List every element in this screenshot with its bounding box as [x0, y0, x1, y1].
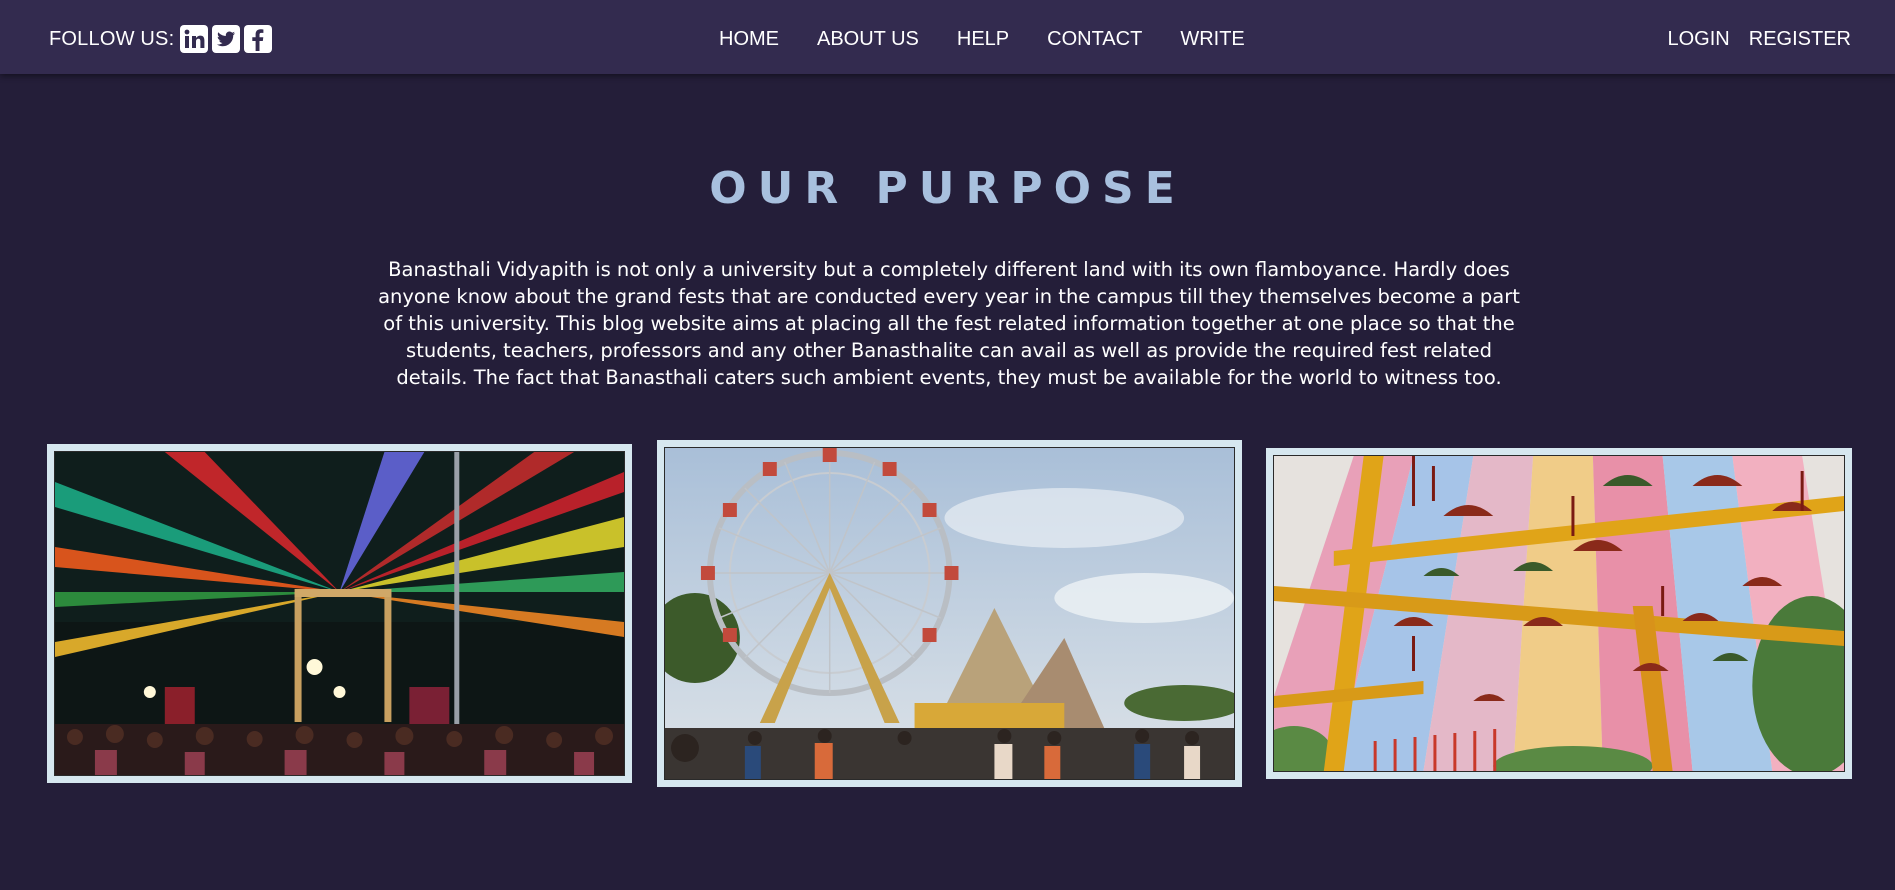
nav-write[interactable]: WRITE: [1180, 25, 1244, 53]
twitter-icon[interactable]: [212, 25, 241, 53]
nav-contact[interactable]: CONTACT: [1047, 25, 1142, 53]
auth-links: LOGIN REGISTER: [1649, 25, 1852, 53]
main-nav: HOME ABOUT US HELP CONTACT WRITE: [719, 25, 1283, 53]
login-link[interactable]: LOGIN: [1668, 25, 1730, 53]
nav-help[interactable]: HELP: [957, 25, 1009, 53]
ferris-wheel-illustration: [665, 448, 1234, 779]
umbrella-canopy-illustration: [1274, 456, 1844, 771]
gallery-photo-umbrella-canopy: [1266, 448, 1852, 779]
section-title: OUR PURPOSE: [709, 163, 1186, 214]
follow-us-label: FOLLOW US:: [49, 27, 175, 50]
nav-about-us[interactable]: ABOUT US: [817, 25, 919, 53]
follow-us-group: FOLLOW US:: [49, 24, 273, 54]
register-link[interactable]: REGISTER: [1749, 25, 1851, 53]
nav-home[interactable]: HOME: [719, 25, 779, 53]
gallery-photo-night-fest: [47, 444, 632, 783]
gallery-photo-ferris-wheel: [657, 440, 1242, 787]
night-fest-illustration: [55, 452, 624, 775]
top-navigation-bar: FOLLOW US: HOME ABOUT US HELP CONTACT WR…: [0, 0, 1895, 74]
facebook-icon[interactable]: [244, 25, 273, 53]
purpose-description: Banasthali Vidyapith is not only a unive…: [378, 258, 1520, 389]
linkedin-icon[interactable]: [180, 25, 209, 53]
